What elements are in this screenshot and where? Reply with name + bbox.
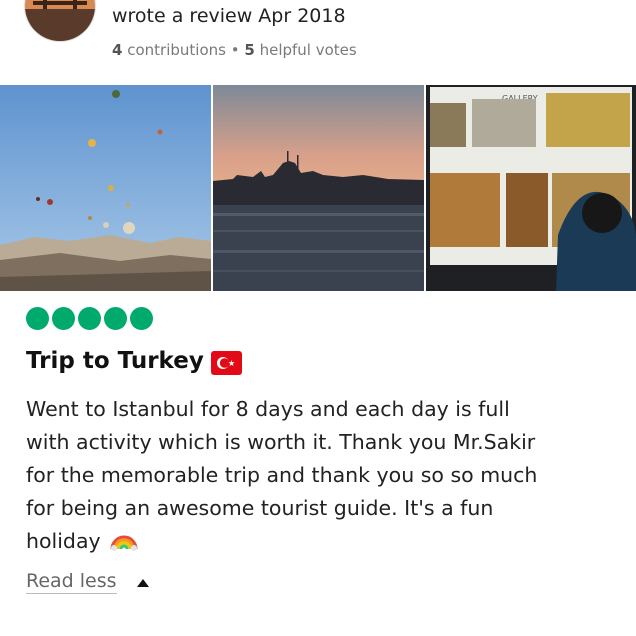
contributor-stats: 4 contributions • 5 helpful votes: [112, 41, 357, 59]
rating-bubble-icon: [78, 307, 101, 330]
turkey-flag-icon: [211, 351, 242, 375]
photo-museum-gallery[interactable]: GALLERY: [426, 85, 636, 291]
caret-up-icon[interactable]: [137, 579, 149, 587]
review-body-last-line: holiday: [26, 525, 616, 558]
photo-hot-air-balloons[interactable]: [0, 85, 211, 291]
review-body-line: Went to Istanbul for 8 days and each day…: [26, 397, 510, 421]
review-photos: GALLERY: [0, 85, 636, 291]
read-less-link[interactable]: Read less: [26, 570, 117, 594]
rainbow-icon: [110, 535, 138, 551]
helpful-votes-label: helpful votes: [259, 41, 357, 59]
review-body-line: holiday: [26, 529, 101, 553]
contributions-label: contributions: [127, 41, 226, 59]
stats-separator: •: [230, 41, 240, 59]
review-body-line: for the memorable trip and thank you so …: [26, 463, 538, 487]
review-body-line: with activity which is worth it. Thank y…: [26, 430, 536, 454]
review-title: Trip to Turkey: [26, 348, 204, 374]
rating-bubble-icon: [26, 307, 49, 330]
photo-istanbul-skyline-sunset[interactable]: [213, 85, 424, 291]
review-header: wrote a review Apr 2018 4 contributions …: [0, 0, 636, 80]
review-body-line: for being an awesome tourist guide. It's…: [26, 496, 494, 520]
avatar[interactable]: [24, 0, 96, 42]
rating-bubble-icon: [52, 307, 75, 330]
review-body: Went to Istanbul for 8 days and each day…: [26, 393, 616, 558]
rating-bubble-icon: [130, 307, 153, 330]
rating-bubble-icon: [104, 307, 127, 330]
helpful-votes-count: 5: [244, 41, 255, 59]
review-action-text: wrote a review Apr 2018: [112, 5, 346, 27]
contributions-count: 4: [112, 41, 123, 59]
